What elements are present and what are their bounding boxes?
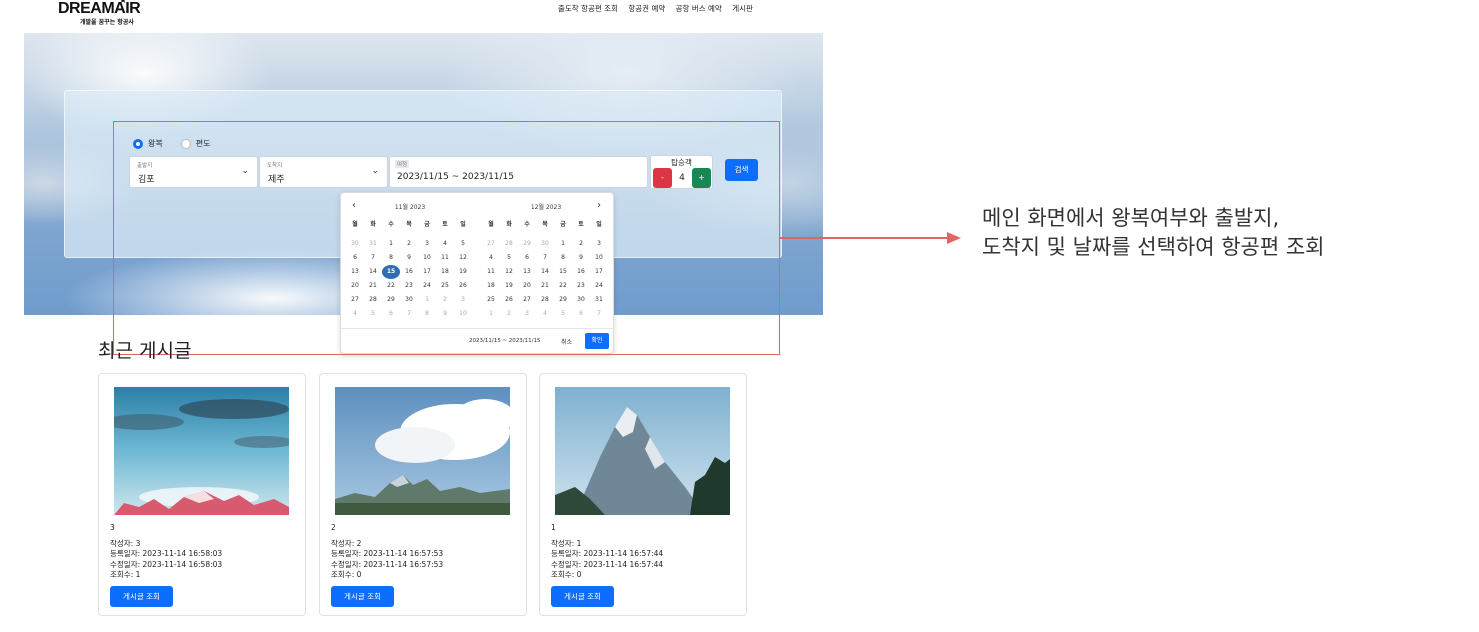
annotation-highlight-box: [113, 121, 780, 355]
post-created: 등록일자: 2023-11-14 16:57:53: [331, 549, 444, 558]
star-icon: ★: [119, 0, 128, 6]
post-views: 조회수: 0: [551, 570, 582, 579]
post-views: 조회수: 1: [110, 570, 141, 579]
annotation-connector-line: [780, 237, 950, 239]
annotation-line-2: 도착지 및 날짜를 선택하여 항공편 조회: [982, 235, 1325, 259]
post-author: 작성자: 1: [551, 538, 582, 548]
post-image-mountain-clouds: [335, 387, 510, 515]
post-author: 작성자: 3: [110, 538, 141, 548]
view-post-button[interactable]: 게시글 조회: [551, 586, 614, 607]
view-post-button[interactable]: 게시글 조회: [110, 586, 173, 607]
post-author: 작성자: 2: [331, 538, 362, 548]
post-image-mountain-sunset: [114, 387, 289, 515]
post-card: 2 작성자: 2 등록일자: 2023-11-14 16:57:53 수정일자:…: [319, 373, 527, 616]
annotation-line-1: 메인 화면에서 왕복여부와 출발지,: [982, 206, 1280, 230]
nav-flight-status[interactable]: 출도착 항공편 조회: [558, 4, 618, 13]
post-number: 1: [551, 523, 556, 532]
post-meta: 3 작성자: 3 등록일자: 2023-11-14 16:58:03 수정일자:…: [110, 523, 222, 581]
recent-posts-title: 최근 게시글: [98, 340, 192, 362]
arrow-right-icon: [947, 232, 961, 244]
post-image-rocky-peak: [555, 387, 730, 515]
logo-word: DREAMAIR: [58, 0, 141, 17]
post-created: 등록일자: 2023-11-14 16:57:44: [551, 549, 664, 558]
post-views: 조회수: 0: [331, 570, 362, 579]
logo[interactable]: DREAMAIR ★ 개발을 꿈꾸는 항공사: [58, 0, 141, 26]
post-created: 등록일자: 2023-11-14 16:58:03: [110, 549, 223, 558]
nav-ticket-booking[interactable]: 항공권 예약: [628, 4, 665, 13]
top-nav: 출도착 항공편 조회 항공권 예약 공항 버스 예약 게시판: [558, 3, 761, 14]
post-number: 3: [110, 523, 115, 532]
post-meta: 1 작성자: 1 등록일자: 2023-11-14 16:57:44 수정일자:…: [551, 523, 663, 581]
post-modified: 수정일자: 2023-11-14 16:57:44: [551, 559, 664, 569]
page: DREAMAIR ★ 개발을 꿈꾸는 항공사 출도착 항공편 조회 항공권 예약…: [0, 0, 1479, 632]
post-meta: 2 작성자: 2 등록일자: 2023-11-14 16:57:53 수정일자:…: [331, 523, 443, 581]
post-card: 1 작성자: 1 등록일자: 2023-11-14 16:57:44 수정일자:…: [539, 373, 747, 616]
nav-board[interactable]: 게시판: [732, 4, 753, 13]
logo-tagline: 개발을 꿈꾸는 항공사: [80, 19, 134, 26]
post-modified: 수정일자: 2023-11-14 16:57:53: [331, 559, 444, 569]
post-modified: 수정일자: 2023-11-14 16:58:03: [110, 559, 223, 569]
nav-bus-booking[interactable]: 공항 버스 예약: [676, 4, 722, 13]
view-post-button[interactable]: 게시글 조회: [331, 586, 394, 607]
annotation-text: 메인 화면에서 왕복여부와 출발지, 도착지 및 날짜를 선택하여 항공편 조회: [982, 204, 1325, 262]
post-number: 2: [331, 523, 336, 532]
post-card: 3 작성자: 3 등록일자: 2023-11-14 16:58:03 수정일자:…: [98, 373, 306, 616]
